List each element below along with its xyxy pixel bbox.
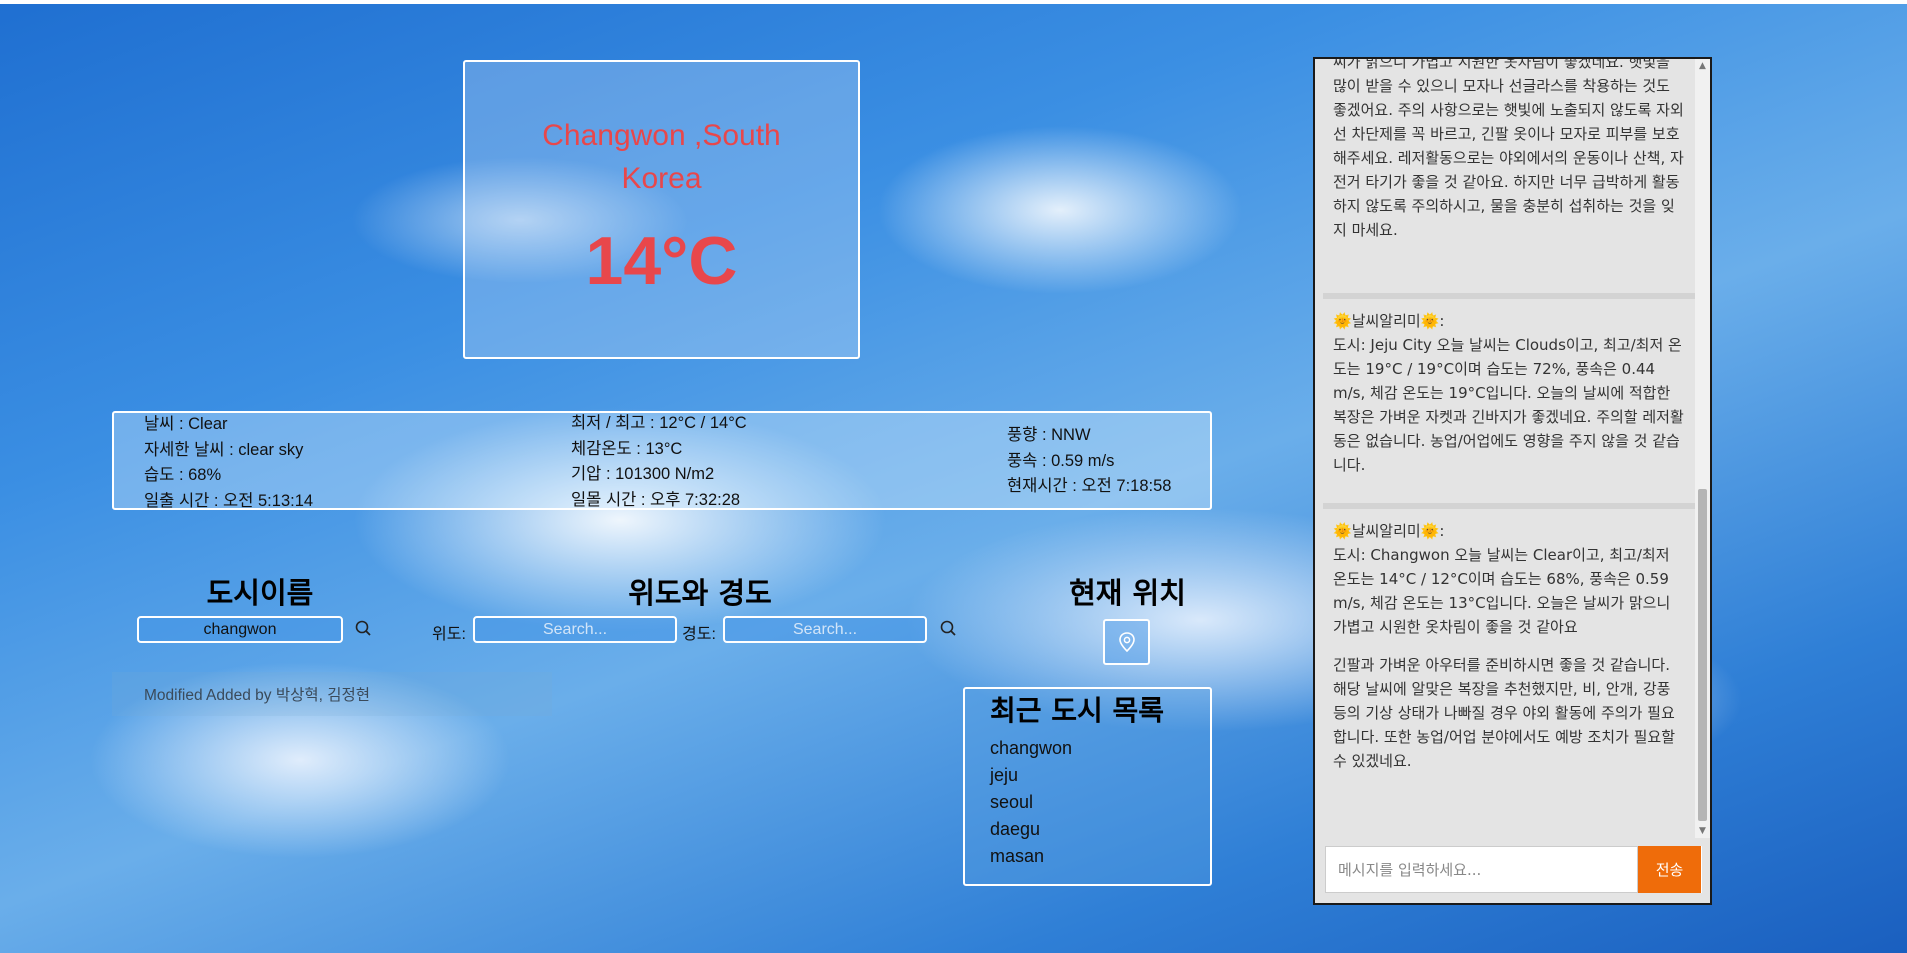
- chat-message-body: 도시: Changwon 오늘 날씨는 Clear이고, 최고/최저 온도는 1…: [1333, 546, 1671, 636]
- min-max-temp: 최저 / 최고 : 12°C / 14°C: [571, 414, 747, 432]
- chat-message-body: 씨가 맑으니 가볍고 시원한 옷차림이 좋겠네요. 햇빛을 많이 받을 수 있으…: [1333, 59, 1684, 239]
- chat-message-body-2: 긴팔과 가벼운 아우터를 준비하시면 좋을 것 같습니다. 해당 날씨에 알맞은…: [1333, 656, 1676, 770]
- coord-search-title: 위도와 경도: [628, 576, 772, 610]
- weather-details-panel: 날씨 : Clear 자세한 날씨 : clear sky 습도 : 68% 일…: [112, 411, 1212, 510]
- recent-city-item[interactable]: jeju: [990, 762, 1072, 789]
- current-time: 현재시간 : 오전 7:18:58: [1007, 477, 1172, 495]
- chat-message: 씨가 맑으니 가볍고 시원한 옷차림이 좋겠네요. 햇빛을 많이 받을 수 있으…: [1323, 59, 1695, 242]
- chat-input-row: 전송: [1325, 846, 1702, 893]
- sunrise-time: 일출 시간 : 오전 5:13:14: [144, 491, 314, 510]
- recent-city-item[interactable]: masan: [990, 843, 1072, 870]
- recent-cities-box: 최근 도시 목록 changwon jeju seoul daegu masan: [963, 687, 1212, 886]
- search-icon[interactable]: [353, 618, 375, 640]
- current-location-title: 현재 위치: [1069, 576, 1186, 610]
- chat-scrollbar[interactable]: ▲ ▼: [1695, 59, 1710, 838]
- top-strip: [0, 0, 1907, 4]
- details-column-1: 날씨 : Clear 자세한 날씨 : clear sky 습도 : 68% 일…: [144, 412, 313, 514]
- humidity: 습도 : 68%: [144, 466, 222, 484]
- sunset-time: 일몰 시간 : 오후 7:32:28: [571, 490, 741, 509]
- chat-panel: 씨가 맑으니 가볍고 시원한 옷차림이 좋겠네요. 햇빛을 많이 받을 수 있으…: [1313, 57, 1712, 905]
- feels-like: 체감온도 : 13°C: [571, 439, 683, 458]
- search-icon[interactable]: [938, 618, 960, 640]
- current-temperature: 14°C: [585, 223, 738, 299]
- longitude-label: 경도:: [682, 626, 716, 643]
- message-divider: [1323, 293, 1695, 299]
- chat-sender: 날씨알리미: [1351, 522, 1421, 540]
- wind-speed: 풍속 : 0.59 m/s: [1007, 451, 1115, 470]
- recent-city-item[interactable]: daegu: [990, 816, 1072, 843]
- sun-icon: 🌞: [1333, 522, 1352, 540]
- sun-icon: 🌞: [1420, 522, 1440, 540]
- wind-direction: 풍향 : NNW: [1007, 426, 1091, 444]
- details-column-2: 최저 / 최고 : 12°C / 14°C 체감온도 : 13°C 기압 : 1…: [571, 411, 747, 513]
- latitude-label: 위도:: [432, 626, 466, 643]
- city-search-title: 도시이름: [206, 576, 314, 610]
- chat-message: 🌞날씨알리미🌞: 도시: Jeju City 오늘 날씨는 Clouds이고, …: [1323, 309, 1695, 477]
- credit-box: Modified Added by 박상혁, 김정현: [112, 672, 552, 716]
- recent-city-item[interactable]: seoul: [990, 789, 1072, 816]
- scrollbar-thumb[interactable]: [1698, 489, 1707, 821]
- city-search-input[interactable]: [137, 616, 343, 643]
- chat-message-body: 도시: Jeju City 오늘 날씨는 Clouds이고, 최고/최저 온도는…: [1333, 336, 1684, 474]
- city-name: Changwon ,South Korea: [542, 119, 781, 195]
- details-column-3: 풍향 : NNW 풍속 : 0.59 m/s 현재시간 : 오전 7:18:58: [1007, 423, 1171, 500]
- weather-description: 날씨 : Clear: [144, 415, 228, 433]
- sun-icon: 🌞: [1333, 312, 1352, 330]
- message-divider: [1323, 503, 1695, 509]
- send-button[interactable]: 전송: [1638, 846, 1701, 893]
- scroll-up-arrow-icon[interactable]: ▲: [1695, 59, 1710, 73]
- chat-message-input[interactable]: [1325, 846, 1638, 893]
- chat-messages[interactable]: 씨가 맑으니 가볍고 시원한 옷차림이 좋겠네요. 햇빛을 많이 받을 수 있으…: [1323, 59, 1695, 838]
- scroll-down-arrow-icon[interactable]: ▼: [1695, 824, 1710, 838]
- current-location-button[interactable]: [1103, 619, 1150, 665]
- credit-text: Modified Added by 박상혁, 김정현: [144, 687, 371, 704]
- recent-cities-title: 최근 도시 목록: [990, 694, 1165, 727]
- recent-cities-list: changwon jeju seoul daegu masan: [990, 735, 1072, 870]
- chat-message: 🌞날씨알리미🌞: 도시: Changwon 오늘 날씨는 Clear이고, 최고…: [1323, 519, 1695, 773]
- latitude-input[interactable]: [473, 616, 677, 643]
- map-pin-icon: [1118, 632, 1135, 653]
- chat-sender: 날씨알리미: [1351, 312, 1421, 330]
- weather-detail: 자세한 날씨 : clear sky: [144, 440, 304, 459]
- longitude-input[interactable]: [723, 616, 927, 643]
- city-weather-card: Changwon ,South Korea 14°C: [463, 60, 860, 359]
- recent-city-item[interactable]: changwon: [990, 735, 1072, 762]
- sun-icon: 🌞: [1420, 312, 1440, 330]
- pressure: 기압 : 101300 N/m2: [571, 465, 715, 483]
